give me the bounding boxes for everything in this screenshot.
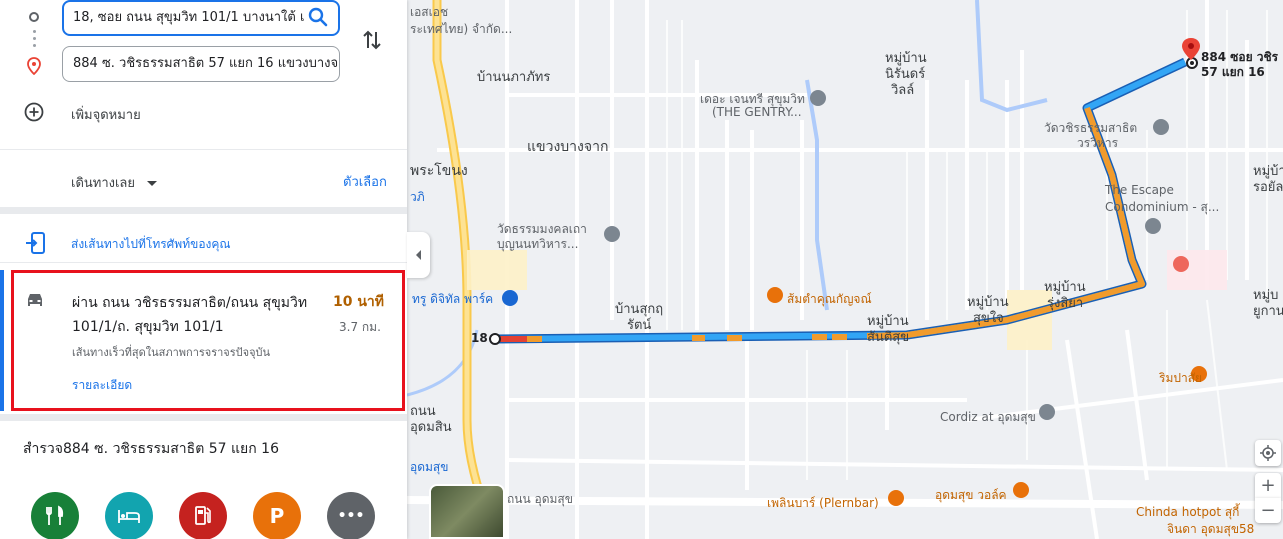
map-label: ทรู ดิจิทัล พาร์ค xyxy=(412,292,494,306)
route-duration: 10 นาที xyxy=(333,294,385,310)
map-label: ริมปาสัย xyxy=(1159,371,1203,385)
map-label: อุดมสุข xyxy=(410,460,449,474)
temple-icon[interactable] xyxy=(1153,119,1169,135)
map-label: Condominium - สุ... xyxy=(1105,200,1220,214)
travel-mode-label: เดินทางเลย xyxy=(71,176,136,191)
add-destination-icon[interactable] xyxy=(24,102,44,122)
map-label: อุดมสิน xyxy=(410,420,452,435)
map-label: วรวิหาร xyxy=(1077,136,1119,150)
restaurant-pin-icon[interactable] xyxy=(1013,482,1029,498)
options-button[interactable]: ตัวเลือก xyxy=(343,171,387,192)
collapse-panel-button[interactable] xyxy=(407,232,430,278)
explore-title: สำรวจ884 ซ. วชิรธรรมสาธิต 57 แยก 16 xyxy=(23,441,279,457)
divider xyxy=(0,207,407,214)
map-label: The Escape xyxy=(1105,183,1174,197)
divider xyxy=(0,262,407,263)
send-to-phone-icon[interactable] xyxy=(25,231,47,255)
chevron-down-icon xyxy=(147,181,158,186)
gas-station-icon[interactable] xyxy=(179,492,227,539)
origin-input-value: 18, ซอย ถนน สุขุมวิท 101/1 บางนาใต้ เ xyxy=(73,10,305,25)
selected-route-indicator xyxy=(0,270,4,411)
origin-label: 18 xyxy=(471,331,488,345)
map-label: ระเทศไทย) จำกัด... xyxy=(410,22,513,36)
shopping-pin-icon[interactable] xyxy=(502,290,518,306)
origin-input[interactable]: 18, ซอย ถนน สุขุมวิท 101/1 บางนาใต้ เ xyxy=(62,0,340,36)
route-distance: 3.7 กม. xyxy=(339,320,381,334)
add-destination-label[interactable]: เพิ่มจุดหมาย xyxy=(71,104,141,125)
map-label: แขวงบางจาก xyxy=(527,139,609,155)
zoom-out-button[interactable]: − xyxy=(1255,498,1281,523)
map-label: สันติสุข xyxy=(867,330,910,345)
map-label: ยูกาน xyxy=(1253,304,1283,319)
divider xyxy=(0,414,407,421)
restaurant-pin-icon[interactable] xyxy=(888,490,904,506)
travel-mode-dropdown[interactable]: เดินทางเลย xyxy=(71,172,158,193)
map-label: ส้มตำคุณกัญจณ์ xyxy=(787,292,872,306)
place-pin-icon[interactable] xyxy=(810,90,826,106)
map-label: ถนน อุดมสุข xyxy=(507,492,573,506)
more-icon[interactable]: ••• xyxy=(327,492,375,539)
map-label: สุขใจ xyxy=(973,311,1004,326)
route-title-line2: 101/1/ถ. สุขุมวิท 101/1 xyxy=(72,319,224,335)
place-pin-icon[interactable] xyxy=(1145,218,1161,234)
destination-input[interactable]: 884 ซ. วชิรธรรมสาธิต 57 แยก 16 แขวงบางจ xyxy=(62,46,340,82)
restaurant-icon[interactable] xyxy=(31,492,79,539)
destination-input-value: 884 ซ. วชิรธรรมสาธิต 57 แยก 16 แขวงบางจ xyxy=(73,56,339,71)
destination-label: 57 แยก 16 xyxy=(1201,65,1265,79)
hotel-icon[interactable] xyxy=(105,492,153,539)
route-title: ผ่าน ถนน วชิรธรรมสาธิต/ถนน สุขุมวิท 101/… xyxy=(72,291,307,339)
route-title-line1: ผ่าน ถนน วชิรธรรมสาธิต/ถนน สุขุมวิท xyxy=(72,295,308,311)
my-location-icon[interactable] xyxy=(1255,440,1281,466)
map-label: Cordiz at อุดมสุข xyxy=(940,410,1036,424)
map-label: เพลินบาร์ (Plernbar) xyxy=(767,496,879,510)
map-label: วภิ xyxy=(410,190,425,204)
restaurant-pin-icon[interactable] xyxy=(767,287,783,303)
route-dots-icon xyxy=(33,30,36,50)
swap-icon[interactable] xyxy=(361,28,383,52)
hotel-pin-icon[interactable] xyxy=(1173,256,1189,272)
map-label: จินดา อุดมสุข58 xyxy=(1167,522,1255,536)
map-label: วิลล์ xyxy=(891,83,915,98)
map-label: พระโขนง xyxy=(410,163,468,179)
map-label: อุดมสุข วอล์ค xyxy=(935,488,1007,502)
map-label: บุญนนทวิหาร... xyxy=(497,237,579,251)
chevron-left-icon xyxy=(416,250,421,260)
zoom-in-button[interactable]: + xyxy=(1255,473,1281,498)
map-label: รุ่งสิยา xyxy=(1047,296,1084,311)
directions-panel: 18, ซอย ถนน สุขุมวิท 101/1 บางนาใต้ เ 88… xyxy=(0,0,407,539)
map-label: รอยัลบ xyxy=(1253,180,1283,195)
layers-thumbnail[interactable] xyxy=(429,484,505,539)
temple-icon[interactable] xyxy=(604,226,620,242)
destination-pin-icon xyxy=(27,57,41,76)
parking-icon[interactable]: P xyxy=(253,492,301,539)
map-label: (THE GENTRY... xyxy=(712,105,802,119)
map-canvas[interactable]: เอสเอช ระเทศไทย) จำกัด... บ้านนภาภัทร เด… xyxy=(407,0,1283,539)
origin-dot-icon xyxy=(29,12,39,22)
map-label: รัตน์ xyxy=(627,318,652,333)
route-description: เส้นทางเร็วที่สุดในสภาพการจราจรปัจจุบัน xyxy=(72,346,271,359)
place-pin-icon[interactable] xyxy=(1039,404,1055,420)
send-to-phone-link[interactable]: ส่งเส้นทางไปที่โทรศัพท์ของคุณ xyxy=(71,235,231,254)
divider xyxy=(0,149,407,150)
map-label: บ้านนภาภัทร xyxy=(477,70,551,85)
search-icon[interactable] xyxy=(306,5,330,29)
car-icon xyxy=(24,291,46,309)
route-details-link[interactable]: รายละเอียด xyxy=(72,376,132,395)
